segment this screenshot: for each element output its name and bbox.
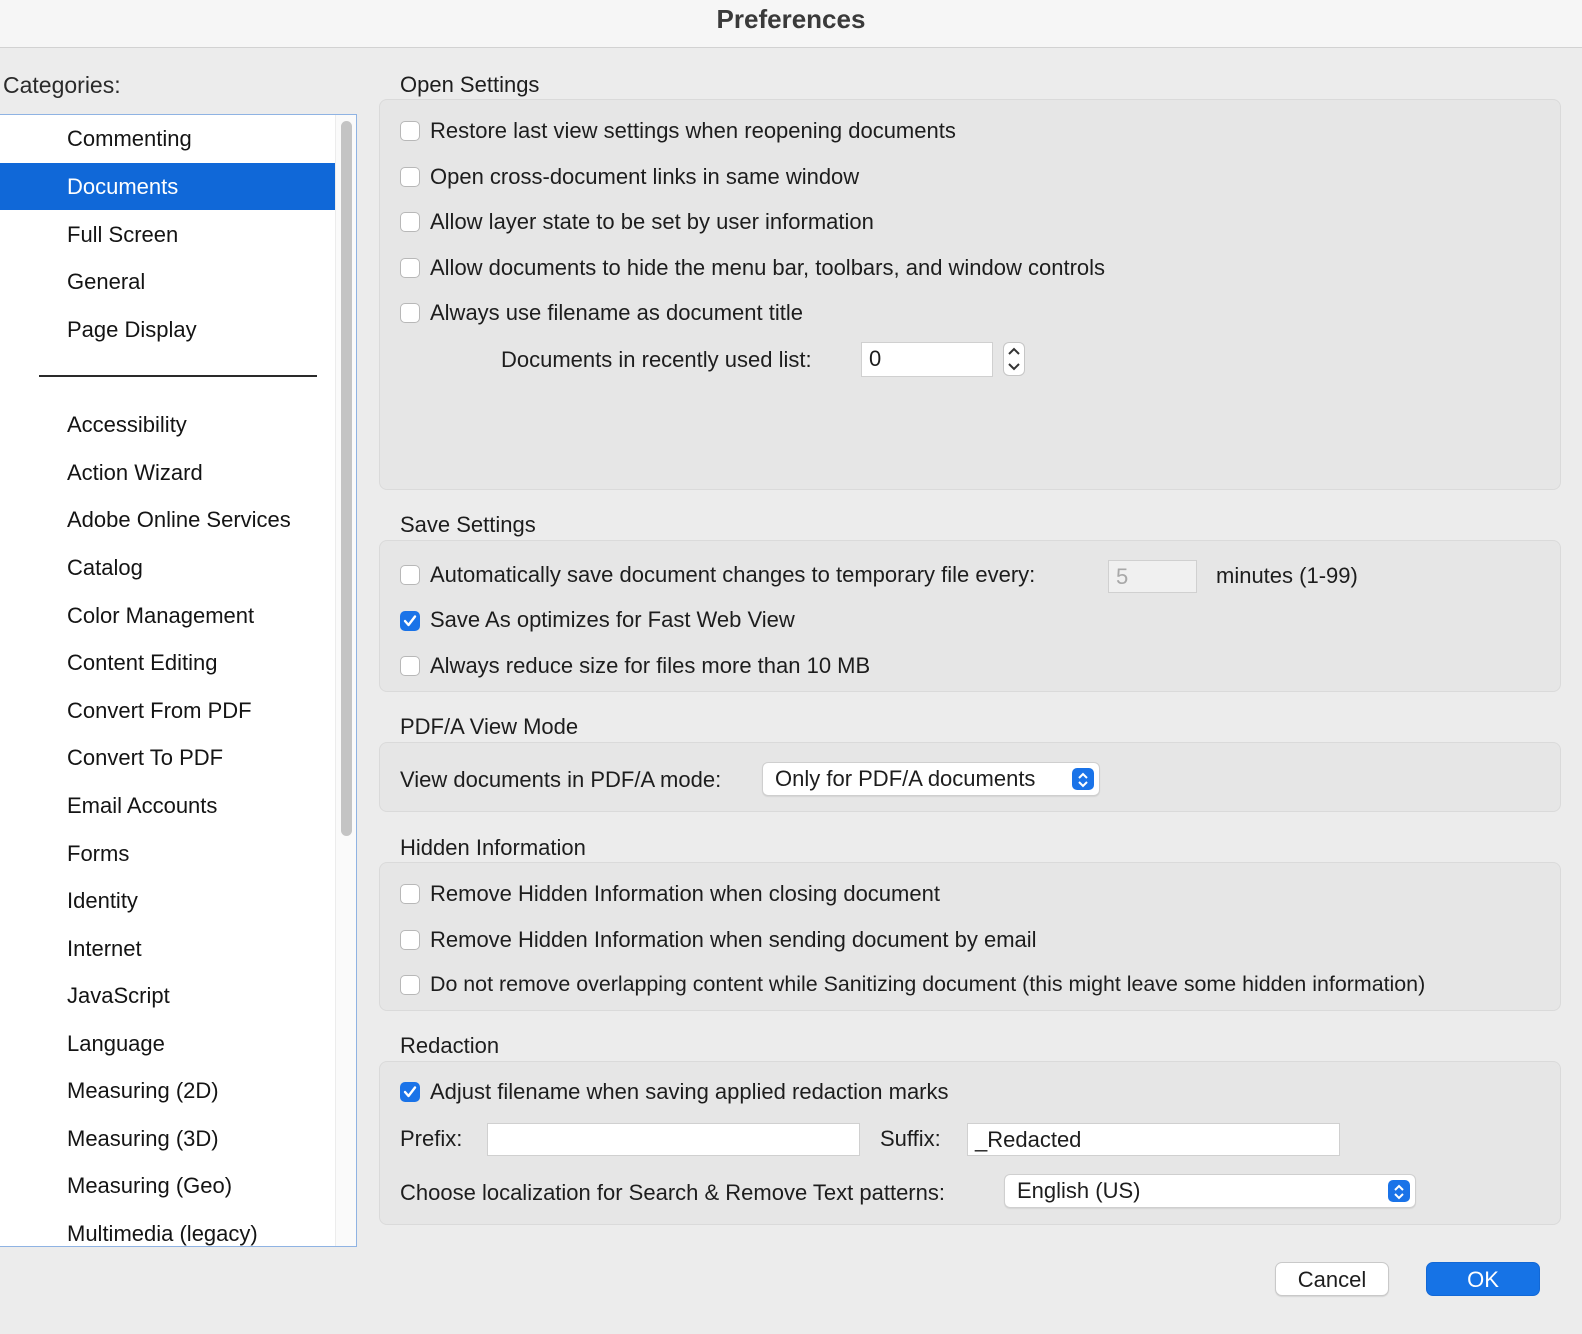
- category-measuring-3d[interactable]: Measuring (3D): [0, 1115, 335, 1162]
- category-measuring-geo[interactable]: Measuring (Geo): [0, 1162, 335, 1209]
- adjust-filename-label: Adjust filename when saving applied reda…: [430, 1079, 949, 1104]
- category-internet[interactable]: Internet: [0, 925, 335, 972]
- category-forms[interactable]: Forms: [0, 830, 335, 877]
- checkmark-icon: [403, 615, 417, 627]
- restore-view-label: Restore last view settings when reopenin…: [430, 118, 956, 143]
- recent-list-stepper[interactable]: [1003, 342, 1025, 376]
- recent-list-label: Documents in recently used list:: [501, 347, 812, 372]
- autosave-minutes-input[interactable]: 5: [1108, 560, 1197, 593]
- pdfa-mode-value: Only for PDF/A documents: [775, 766, 1036, 791]
- open-settings-title: Open Settings: [400, 72, 540, 97]
- overlapping-content-checkbox[interactable]: [400, 975, 420, 995]
- localization-select[interactable]: English (US): [1004, 1174, 1416, 1208]
- autosave-checkbox[interactable]: [400, 565, 420, 585]
- overlapping-content-label: Do not remove overlapping content while …: [430, 972, 1426, 996]
- category-javascript[interactable]: JavaScript: [0, 972, 335, 1019]
- category-page-display[interactable]: Page Display: [0, 306, 335, 353]
- category-content-editing[interactable]: Content Editing: [0, 639, 335, 686]
- remove-hidden-email-checkbox[interactable]: [400, 930, 420, 950]
- window-title: Preferences: [716, 4, 866, 34]
- open-settings-group: [379, 99, 1561, 490]
- remove-hidden-email-label: Remove Hidden Information when sending d…: [430, 927, 1037, 952]
- category-commenting[interactable]: Commenting: [0, 115, 335, 162]
- autosave-unit-label: minutes (1-99): [1216, 563, 1358, 588]
- ok-button[interactable]: OK: [1426, 1262, 1540, 1296]
- category-color-management[interactable]: Color Management: [0, 592, 335, 639]
- category-action-wizard[interactable]: Action Wizard: [0, 449, 335, 496]
- cross-doc-links-label: Open cross-document links in same window: [430, 164, 860, 189]
- filename-title-label: Always use filename as document title: [430, 300, 803, 325]
- autosave-label: Automatically save document changes to t…: [430, 562, 1036, 587]
- category-catalog[interactable]: Catalog: [0, 544, 335, 591]
- pdfa-mode-label: View documents in PDF/A mode:: [400, 767, 722, 792]
- localization-label: Choose localization for Search & Remove …: [400, 1180, 945, 1205]
- layer-state-label: Allow layer state to be set by user info…: [430, 209, 874, 234]
- prefix-input[interactable]: [487, 1123, 860, 1156]
- pdfa-mode-select[interactable]: Only for PDF/A documents: [762, 762, 1100, 796]
- prefix-label: Prefix:: [400, 1126, 463, 1151]
- category-adobe-online-services[interactable]: Adobe Online Services: [0, 496, 335, 543]
- categories-list[interactable]: Commenting Documents Full Screen General…: [0, 114, 357, 1247]
- layer-state-checkbox[interactable]: [400, 212, 420, 232]
- hidden-info-title: Hidden Information: [400, 835, 586, 860]
- localization-value: English (US): [1017, 1178, 1141, 1203]
- category-full-screen[interactable]: Full Screen: [0, 211, 335, 258]
- suffix-label: Suffix:: [880, 1126, 941, 1151]
- save-settings-title: Save Settings: [400, 512, 536, 537]
- recent-list-input[interactable]: 0: [861, 342, 993, 377]
- category-documents[interactable]: Documents: [0, 163, 335, 210]
- select-arrows-icon: [1388, 1180, 1410, 1202]
- category-convert-from-pdf[interactable]: Convert From PDF: [0, 687, 335, 734]
- pdfa-title: PDF/A View Mode: [400, 714, 579, 739]
- select-arrows-icon: [1072, 768, 1094, 790]
- category-email-accounts[interactable]: Email Accounts: [0, 782, 335, 829]
- fast-web-view-checkbox[interactable]: [400, 611, 420, 631]
- reduce-size-label: Always reduce size for files more than 1…: [430, 653, 871, 678]
- checkmark-icon: [403, 1086, 417, 1098]
- category-measuring-2d[interactable]: Measuring (2D): [0, 1067, 335, 1114]
- category-general[interactable]: General: [0, 258, 335, 305]
- categories-label: Categories:: [3, 72, 121, 98]
- category-identity[interactable]: Identity: [0, 877, 335, 924]
- category-separator: [39, 375, 317, 377]
- hide-menubar-label: Allow documents to hide the menu bar, to…: [430, 255, 1106, 280]
- cross-doc-links-checkbox[interactable]: [400, 167, 420, 187]
- cancel-button[interactable]: Cancel: [1275, 1262, 1389, 1296]
- remove-hidden-closing-label: Remove Hidden Information when closing d…: [430, 881, 940, 906]
- category-accessibility[interactable]: Accessibility: [0, 401, 335, 448]
- stepper-arrows-icon: [1008, 347, 1020, 371]
- categories-scrollbar-thumb[interactable]: [341, 121, 352, 836]
- suffix-input[interactable]: _Redacted: [967, 1123, 1340, 1156]
- category-language[interactable]: Language: [0, 1020, 335, 1067]
- restore-view-checkbox[interactable]: [400, 121, 420, 141]
- adjust-filename-checkbox[interactable]: [400, 1082, 420, 1102]
- category-convert-to-pdf[interactable]: Convert To PDF: [0, 734, 335, 781]
- redaction-title: Redaction: [400, 1033, 500, 1058]
- filename-title-checkbox[interactable]: [400, 303, 420, 323]
- category-multimedia-legacy[interactable]: Multimedia (legacy): [0, 1210, 335, 1246]
- remove-hidden-closing-checkbox[interactable]: [400, 884, 420, 904]
- hide-menubar-checkbox[interactable]: [400, 258, 420, 278]
- reduce-size-checkbox[interactable]: [400, 656, 420, 676]
- fast-web-view-label: Save As optimizes for Fast Web View: [430, 607, 795, 632]
